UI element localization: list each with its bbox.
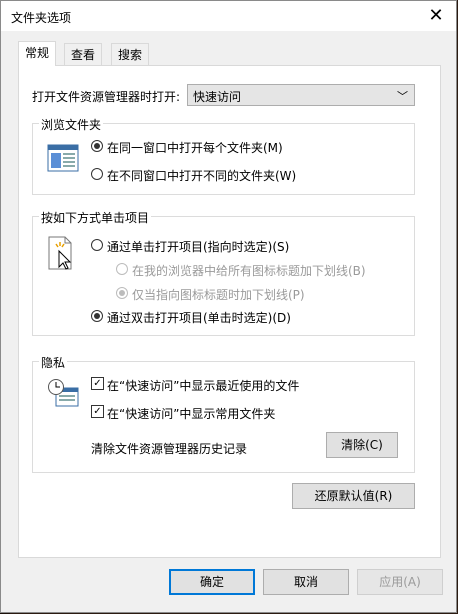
show-recent-checkbox[interactable]: ✓ <box>91 377 104 390</box>
double-click-label[interactable]: 通过双击打开项目(单击时选定)(D) <box>107 309 291 326</box>
folder-window-icon <box>47 144 79 172</box>
same-window-label[interactable]: 在同一窗口中打开每个文件夹(M) <box>107 139 283 156</box>
browse-folders-title: 浏览文件夹 <box>39 116 104 133</box>
open-explorer-label: 打开文件资源管理器时打开: <box>32 90 181 104</box>
click-items-group: 按如下方式单击项目 通过单击打开项目(指向时选定)(S) 在我的浏览器中给所有图… <box>32 209 415 336</box>
title-bar: 文件夹选项 ✕ <box>1 1 456 31</box>
single-click-label[interactable]: 通过单击打开项目(指向时选定)(S) <box>107 238 289 255</box>
radio-new-window[interactable] <box>91 168 103 180</box>
tab-search[interactable]: 搜索 <box>111 43 150 65</box>
clear-history-label: 清除文件资源管理器历史记录 <box>91 442 248 456</box>
show-frequent-label[interactable]: 在“快速访问”中显示常用文件夹 <box>107 405 275 422</box>
tab-view[interactable]: 查看 <box>64 43 103 65</box>
ok-button[interactable]: 确定 <box>169 569 255 595</box>
underline-all-label[interactable]: 在我的浏览器中给所有图标标题加下划线(B) <box>132 262 366 279</box>
radio-underline-all[interactable] <box>116 263 128 275</box>
cancel-button[interactable]: 取消 <box>263 569 349 595</box>
radio-double-click[interactable] <box>91 310 103 322</box>
clear-history-button[interactable]: 清除(C) <box>326 432 398 458</box>
show-frequent-checkbox[interactable]: ✓ <box>91 405 104 418</box>
underline-hover-label[interactable]: 仅当指向图标标题时加下划线(P) <box>132 286 305 303</box>
apply-button[interactable]: 应用(A) <box>357 569 443 595</box>
chevron-down-icon: ﹀ <box>397 90 408 103</box>
folder-options-dialog: 文件夹选项 ✕ 常规 查看 搜索 打开文件资源管理器时打开: 快速访问 ﹀ 浏览… <box>0 0 457 613</box>
cursor-click-icon <box>48 236 72 270</box>
restore-defaults-button[interactable]: 还原默认值(R) <box>292 483 415 509</box>
browse-folders-group: 浏览文件夹 在同一窗口中打开每个文件夹(M) 在不同窗口中打开不同的文件夹(W) <box>32 116 415 195</box>
radio-single-click[interactable] <box>91 239 103 251</box>
open-explorer-select[interactable]: 快速访问 ﹀ <box>187 84 415 106</box>
privacy-clock-icon <box>48 379 79 407</box>
close-icon[interactable]: ✕ <box>416 1 456 31</box>
show-recent-label[interactable]: 在“快速访问”中显示最近使用的文件 <box>107 377 299 394</box>
new-window-label[interactable]: 在不同窗口中打开不同的文件夹(W) <box>107 167 296 184</box>
open-explorer-value: 快速访问 <box>193 90 242 104</box>
privacy-group: 隐私 ✓ 在“快速访问”中显示最近使用的文件 ✓ 在“快速访问”中显示常用文件夹… <box>32 354 415 473</box>
window-title: 文件夹选项 <box>11 11 72 25</box>
click-items-title: 按如下方式单击项目 <box>39 209 152 226</box>
radio-underline-hover[interactable] <box>116 287 128 299</box>
tab-general[interactable]: 常规 <box>18 41 57 66</box>
privacy-title: 隐私 <box>39 354 68 371</box>
radio-same-window[interactable] <box>91 140 103 152</box>
general-tab-panel: 打开文件资源管理器时打开: 快速访问 ﹀ 浏览文件夹 在同一窗口中打开每个文件夹… <box>18 65 441 558</box>
